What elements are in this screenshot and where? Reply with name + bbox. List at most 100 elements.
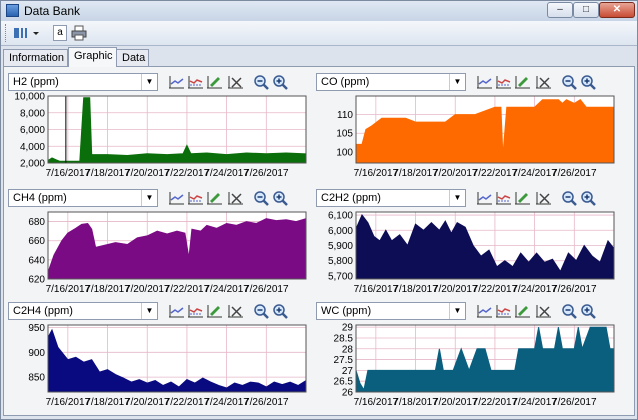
zoom-out-icon[interactable] [561,74,578,90]
chart-line-icon[interactable] [168,74,185,90]
chart-edit-icon[interactable] [514,190,531,206]
zoom-in-icon[interactable] [580,190,597,206]
x-tick-label: 7/16/2017 [46,397,91,408]
chart-clear-icon[interactable] [535,190,552,206]
x-tick-label: 7/22/2017 [165,284,210,295]
chevron-down-icon[interactable]: ▼ [141,303,157,319]
x-tick-label: 7/24/2017 [204,284,249,295]
x-tick-label: 7/24/2017 [512,397,557,408]
chart-clear-icon[interactable] [535,74,552,90]
parameter-select[interactable]: C2H4 (ppm) ▼ [8,302,158,320]
chart-range-icon[interactable] [495,190,512,206]
chevron-down-icon[interactable]: ▼ [141,190,157,206]
chart-plot[interactable]: 2928.52827.52726.5267/16/20177/18/20177/… [316,322,622,409]
y-tick-label: 6,000 [328,226,353,237]
minimize-button[interactable]: – [547,2,573,18]
zoom-in-icon[interactable] [580,74,597,90]
layout-icon[interactable] [13,25,29,41]
x-tick-label: 7/24/2017 [512,168,557,179]
y-tick-label: 29 [342,323,354,334]
text-icon[interactable]: a [53,25,67,41]
x-tick-label: 7/22/2017 [165,168,210,179]
chart-plot[interactable]: 110 105 1007/16/20177/18/20177/20/20177/22… [316,93,622,180]
x-tick-label: 7/26/2017 [552,284,597,295]
parameter-select[interactable]: WC (ppm) ▼ [316,302,466,320]
app-icon [6,4,19,17]
x-tick-label: 7/26/2017 [244,168,289,179]
zoom-in-icon[interactable] [272,190,289,206]
y-tick-label: 620 [28,275,45,286]
chart-range-icon[interactable] [187,74,204,90]
dropdown-icon[interactable] [31,25,41,41]
tab-information[interactable]: Information [3,49,68,66]
zoom-in-icon[interactable] [272,303,289,319]
y-tick-label: 680 [28,217,45,228]
y-tick-label: 28.5 [334,333,354,344]
x-tick-label: 7/24/2017 [512,284,557,295]
chevron-down-icon[interactable]: ▼ [449,190,465,206]
chart-plot[interactable]: 6806606406207/16/20177/18/20177/20/20177… [8,209,314,296]
chart-range-icon[interactable] [187,190,204,206]
chart-range-icon[interactable] [495,303,512,319]
chevron-down-icon[interactable]: ▼ [449,74,465,90]
x-tick-label: 7/20/2017 [433,168,478,179]
parameter-select[interactable]: H2 (ppm) ▼ [8,73,158,91]
zoom-out-icon[interactable] [253,74,270,90]
chart-edit-icon[interactable] [206,190,223,206]
chart-plot[interactable]: 950 900 850 7/16/20177/18/20177/20/20177/22… [8,322,314,409]
toolbar: a [1,21,637,46]
y-tick-label: 27.5 [334,355,354,366]
chart-panel: WC (ppm) ▼ 29 28.5 28 27.5 27 26.5 26 7/16/2017 7/… [316,298,622,409]
chart-range-icon[interactable] [187,303,204,319]
chart-clear-icon[interactable] [535,303,552,319]
x-tick-label: 7/18/2017 [393,284,438,295]
chart-line-icon[interactable] [168,303,185,319]
y-tick-label: 105 [336,129,353,140]
y-tick-label: 5,800 [328,256,353,267]
chart-clear-icon[interactable] [227,190,244,206]
zoom-in-icon[interactable] [580,303,597,319]
chart-line-icon[interactable] [476,190,493,206]
x-tick-label: 7/22/2017 [165,397,210,408]
chevron-down-icon[interactable]: ▼ [141,74,157,90]
x-tick-label: 7/26/2017 [244,397,289,408]
x-tick-label: 7/20/2017 [433,284,478,295]
chart-edit-icon[interactable] [514,303,531,319]
parameter-select[interactable]: C2H2 (ppm) ▼ [316,189,466,207]
zoom-out-icon[interactable] [253,303,270,319]
toolbar-grip[interactable] [5,24,7,42]
parameter-select[interactable]: CO (ppm) ▼ [316,73,466,91]
chart-range-icon[interactable] [495,74,512,90]
x-tick-label: 7/16/2017 [46,168,91,179]
chart-clear-icon[interactable] [227,303,244,319]
chevron-down-icon[interactable]: ▼ [449,303,465,319]
zoom-out-icon[interactable] [561,190,578,206]
x-tick-label: 7/24/2017 [204,397,249,408]
chart-line-icon[interactable] [476,74,493,90]
chart-line-icon[interactable] [168,190,185,206]
x-tick-label: 7/24/2017 [204,168,249,179]
tab-data[interactable]: Data [116,49,149,66]
parameter-select[interactable]: CH4 (ppm) ▼ [8,189,158,207]
chart-plot[interactable]: 10,000 8,000 6,000 4,000 2,0007/16/20177/18/… [8,92,314,180]
chart-plot[interactable]: 6,100 6,000 5,900 5,800 5,7007/16/20177/18/2… [316,209,622,296]
x-tick-label: 7/16/2017 [354,284,399,295]
chart-line-icon[interactable] [476,303,493,319]
zoom-in-icon[interactable] [272,74,289,90]
chart-edit-icon[interactable] [514,74,531,90]
close-button[interactable]: ✕ [599,2,635,18]
chart-clear-icon[interactable] [227,74,244,90]
zoom-out-icon[interactable] [253,190,270,206]
zoom-out-icon[interactable] [561,303,578,319]
chart-edit-icon[interactable] [206,74,223,90]
print-icon[interactable] [71,25,87,41]
title-bar[interactable]: Data Bank – □ ✕ [1,1,637,21]
x-tick-label: 7/16/2017 [46,284,91,295]
chart-edit-icon[interactable] [206,303,223,319]
chart-panel: H2 (ppm) ▼ 10,000 8,000 6,000 4,000 2,000 7/16/… [8,69,314,180]
y-tick-label: 4,000 [20,142,45,153]
x-tick-label: 7/18/2017 [85,397,130,408]
maximize-button[interactable]: □ [573,2,599,18]
y-tick-label: 26 [342,388,354,399]
tab-graphic[interactable]: Graphic [68,47,117,67]
